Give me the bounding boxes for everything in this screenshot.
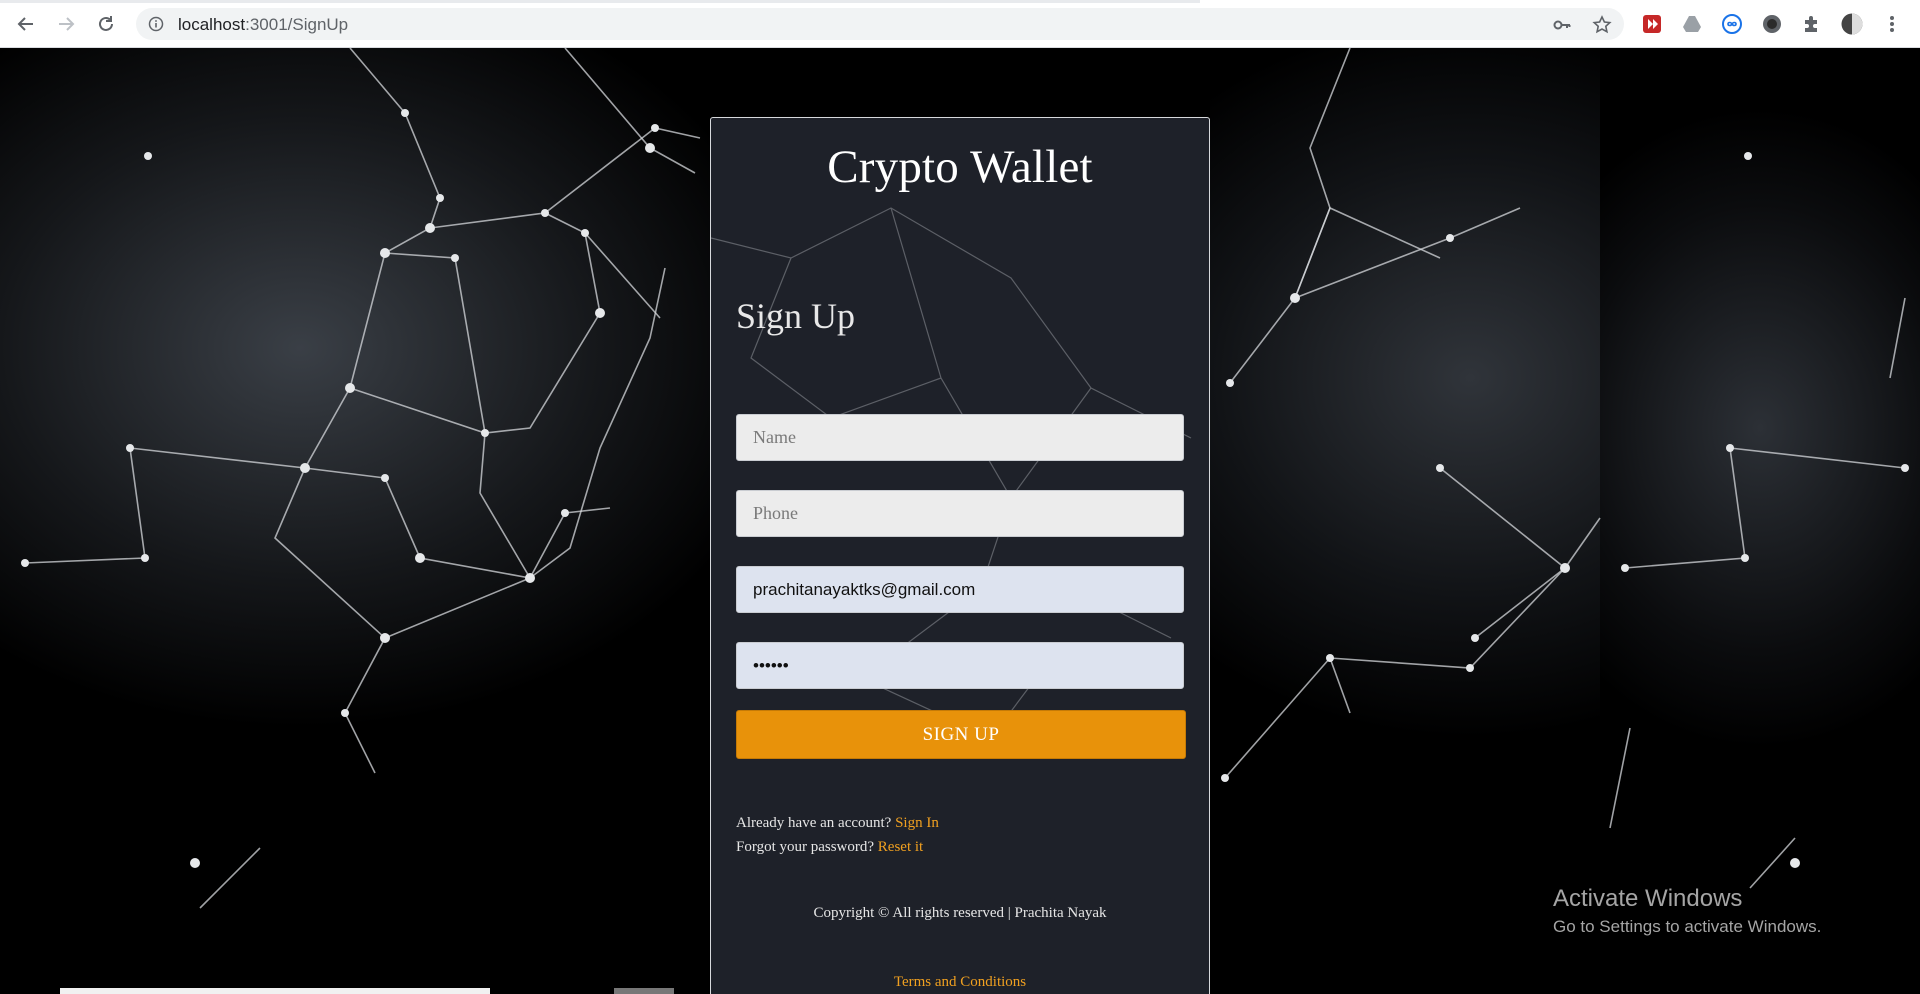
browser-toolbar: localhost:3001/SignUp: [0, 0, 1920, 48]
signup-button[interactable]: SIGN UP: [736, 710, 1186, 759]
terms-wrapper: Terms and Conditions: [711, 974, 1209, 991]
reload-icon: [99, 16, 113, 31]
signup-card: Crypto Wallet Sign Up SIGN UP Already ha…: [710, 117, 1210, 994]
phone-input[interactable]: [736, 490, 1184, 537]
signin-link[interactable]: Sign In: [895, 815, 939, 831]
password-input[interactable]: [736, 642, 1184, 689]
page-load-bar: [0, 0, 1200, 3]
url-host: localhost: [178, 15, 246, 34]
signin-prompt-text: Already have an account?: [736, 815, 892, 831]
address-bar[interactable]: localhost:3001/SignUp: [136, 8, 1624, 40]
email-input[interactable]: [736, 566, 1184, 613]
drive-icon[interactable]: [1681, 13, 1703, 35]
bookmark-star-icon[interactable]: [1592, 15, 1612, 35]
card-network-overlay: [711, 207, 1192, 739]
page-background: Crypto Wallet Sign Up SIGN UP Already ha…: [0, 48, 1920, 994]
brand-title: Crypto Wallet: [827, 141, 1093, 193]
horizontal-scrollbar-marker[interactable]: [614, 988, 674, 994]
horizontal-scrollbar-thumb[interactable]: [60, 988, 490, 994]
name-input[interactable]: [736, 414, 1184, 461]
arrow-right-icon: [59, 17, 75, 31]
back-button[interactable]: [12, 10, 40, 38]
extensions-puzzle-icon[interactable]: [1801, 13, 1823, 35]
browser-menu-icon[interactable]: [1881, 13, 1903, 35]
activate-windows-subtitle: Go to Settings to activate Windows.: [1553, 917, 1822, 936]
profile-avatar[interactable]: [1841, 13, 1863, 35]
reset-link[interactable]: Reset it: [878, 839, 923, 855]
arrow-left-icon: [17, 17, 33, 31]
extension-red-icon[interactable]: [1641, 13, 1663, 35]
page-heading: Sign Up: [736, 296, 856, 336]
site-info-icon[interactable]: [148, 16, 164, 37]
activate-windows-title: Activate Windows: [1553, 885, 1743, 912]
reset-prompt-text: Forgot your password?: [736, 839, 875, 855]
terms-link[interactable]: Terms and Conditions: [894, 974, 1026, 990]
forward-button[interactable]: [52, 10, 80, 38]
signin-prompt: Already have an account? Sign In: [736, 815, 939, 832]
copyright-text: Copyright © All rights reserved | Prachi…: [813, 905, 1107, 921]
infinity-extension-icon[interactable]: [1721, 13, 1743, 35]
key-icon[interactable]: [1552, 15, 1572, 35]
reset-prompt: Forgot your password? Reset it: [736, 839, 923, 856]
url-path: :3001/SignUp: [245, 15, 349, 34]
url-text: localhost:3001/SignUp: [178, 15, 348, 35]
reload-button[interactable]: [92, 10, 120, 38]
activate-windows-watermark: Activate Windows Go to Settings to activ…: [1553, 885, 1821, 937]
record-extension-icon[interactable]: [1761, 13, 1783, 35]
